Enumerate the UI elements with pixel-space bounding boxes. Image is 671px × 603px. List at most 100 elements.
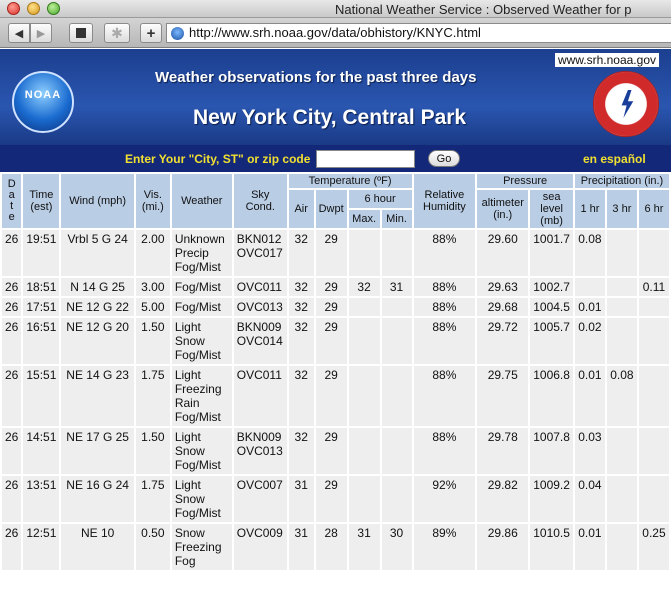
altimeter-cell: 29.75 bbox=[477, 366, 529, 426]
max-temp-cell bbox=[348, 230, 380, 276]
visibility-cell: 1.75 bbox=[135, 366, 170, 426]
dewpoint-cell: 29 bbox=[315, 318, 347, 364]
precip-6hr-cell: 0.25 bbox=[638, 524, 669, 570]
precip-6hr-cell: 0.11 bbox=[638, 278, 669, 296]
min-temp-cell bbox=[381, 428, 412, 474]
table-row: 26 19:51 Vrbl 5 G 24 2.00 Unknown Precip Fog… bbox=[2, 230, 669, 276]
visibility-cell: 1.50 bbox=[135, 318, 170, 364]
precip-6hr-cell bbox=[638, 298, 669, 316]
precip-1hr-cell: 0.01 bbox=[574, 366, 605, 426]
time-cell: 12:51 bbox=[23, 524, 60, 570]
air-temp-cell: 32 bbox=[288, 230, 314, 276]
time-cell: 18:51 bbox=[23, 278, 60, 296]
precip-3hr-cell: 0.08 bbox=[606, 366, 637, 426]
humidity-cell: 88% bbox=[413, 366, 476, 426]
zoom-window-button[interactable] bbox=[47, 2, 60, 15]
precip-6hr-cell bbox=[638, 428, 669, 474]
weather-cell: Light Snow Fog/Mist bbox=[171, 318, 232, 364]
min-temp-cell bbox=[381, 476, 412, 522]
precip-1hr-header: 1 hr bbox=[574, 190, 605, 228]
air-temp-cell: 31 bbox=[288, 476, 314, 522]
min-temp-cell: 31 bbox=[381, 278, 412, 296]
wind-cell: NE 17 G 25 bbox=[61, 428, 134, 474]
observations-table: D a t e Time (est) Wind (mph) Vis. (mi.)… bbox=[0, 172, 671, 572]
precip-1hr-cell: 0.03 bbox=[574, 428, 605, 474]
stop-button[interactable] bbox=[69, 23, 93, 43]
humidity-cell: 88% bbox=[413, 230, 476, 276]
date-cell: 26 bbox=[2, 298, 22, 316]
sea-level-cell: 1001.7 bbox=[530, 230, 573, 276]
action-button[interactable]: ✱ bbox=[104, 23, 130, 43]
min-temp-cell: 30 bbox=[381, 524, 412, 570]
humidity-cell: 88% bbox=[413, 428, 476, 474]
time-cell: 15:51 bbox=[23, 366, 60, 426]
wind-cell: NE 16 G 24 bbox=[61, 476, 134, 522]
table-row: 26 16:51 NE 12 G 20 1.50 Light Snow Fog/Mist… bbox=[2, 318, 669, 364]
add-bookmark-button[interactable]: + bbox=[140, 23, 162, 43]
max-temp-cell bbox=[348, 476, 380, 522]
wind-cell: NE 12 G 22 bbox=[61, 298, 134, 316]
forward-button[interactable]: ▶ bbox=[30, 23, 52, 43]
banner-title: Weather observations for the past three … bbox=[155, 69, 477, 86]
precip-3hr-header: 3 hr bbox=[606, 190, 637, 228]
precip-1hr-cell: 0.01 bbox=[574, 298, 605, 316]
address-bar[interactable]: http://www.srh.noaa.gov/data/obhistory/K… bbox=[166, 23, 671, 43]
time-cell: 14:51 bbox=[23, 428, 60, 474]
window-titlebar: National Weather Service : Observed Weat… bbox=[0, 0, 671, 18]
weather-header: Weather bbox=[171, 174, 232, 228]
max-temp-header: Max. bbox=[348, 210, 380, 228]
address-bar-url: http://www.srh.noaa.gov/data/obhistory/K… bbox=[189, 25, 481, 40]
air-temp-cell: 32 bbox=[288, 298, 314, 316]
close-window-button[interactable] bbox=[7, 2, 20, 15]
weather-cell: Light Freezing Rain Fog/Mist bbox=[171, 366, 232, 426]
precip-1hr-cell: 0.08 bbox=[574, 230, 605, 276]
six-hour-header: 6 hour bbox=[348, 190, 412, 208]
weather-cell: Snow Freezing Fog bbox=[171, 524, 232, 570]
precip-1hr-cell: 0.02 bbox=[574, 318, 605, 364]
back-button[interactable]: ◀ bbox=[8, 23, 30, 43]
favicon-icon bbox=[171, 27, 184, 40]
dewpoint-cell: 29 bbox=[315, 298, 347, 316]
air-temp-cell: 31 bbox=[288, 524, 314, 570]
altimeter-cell: 29.82 bbox=[477, 476, 529, 522]
precip-6hr-cell bbox=[638, 318, 669, 364]
sky-condition-cell: BKN009 OVC014 bbox=[233, 318, 287, 364]
time-cell: 17:51 bbox=[23, 298, 60, 316]
air-temp-cell: 32 bbox=[288, 278, 314, 296]
espanol-link[interactable]: en español bbox=[583, 152, 646, 166]
location-search-input[interactable] bbox=[316, 150, 415, 168]
sky-condition-header: Sky Cond. bbox=[233, 174, 287, 228]
noaa-logo[interactable]: NOAA bbox=[12, 71, 74, 133]
dewpoint-cell: 29 bbox=[315, 366, 347, 426]
precip-3hr-cell bbox=[606, 524, 637, 570]
go-button[interactable]: Go bbox=[428, 150, 460, 167]
stop-icon bbox=[76, 28, 86, 38]
site-url-label: www.srh.noaa.gov bbox=[554, 53, 659, 67]
weather-cell: Light Snow Fog/Mist bbox=[171, 428, 232, 474]
minimize-window-button[interactable] bbox=[27, 2, 40, 15]
sea-level-cell: 1010.5 bbox=[530, 524, 573, 570]
temperature-header: Temperature (ºF) bbox=[288, 174, 412, 188]
air-temp-header: Air bbox=[288, 190, 314, 228]
air-temp-cell: 32 bbox=[288, 428, 314, 474]
page-banner: www.srh.noaa.gov NOAA Weather observatio… bbox=[0, 49, 671, 145]
gear-icon: ✱ bbox=[111, 24, 123, 41]
max-temp-cell: 31 bbox=[348, 524, 380, 570]
altimeter-header: altimeter (in.) bbox=[477, 190, 529, 228]
altimeter-cell: 29.60 bbox=[477, 230, 529, 276]
sea-level-cell: 1005.7 bbox=[530, 318, 573, 364]
location-search-bar: Enter Your "City, ST" or zip code Go en … bbox=[0, 145, 671, 172]
altimeter-cell: 29.68 bbox=[477, 298, 529, 316]
sea-level-cell: 1009.2 bbox=[530, 476, 573, 522]
max-temp-cell bbox=[348, 428, 380, 474]
sky-condition-cell: OVC007 bbox=[233, 476, 287, 522]
nws-seal-logo[interactable] bbox=[593, 71, 659, 137]
humidity-cell: 88% bbox=[413, 318, 476, 364]
lightning-icon bbox=[621, 90, 634, 118]
visibility-cell: 3.00 bbox=[135, 278, 170, 296]
visibility-cell: 2.00 bbox=[135, 230, 170, 276]
time-cell: 19:51 bbox=[23, 230, 60, 276]
date-cell: 26 bbox=[2, 366, 22, 426]
wind-cell: Vrbl 5 G 24 bbox=[61, 230, 134, 276]
table-row: 26 18:51 N 14 G 25 3.00 Fog/Mist OVC011 32 29 32… bbox=[2, 278, 669, 296]
